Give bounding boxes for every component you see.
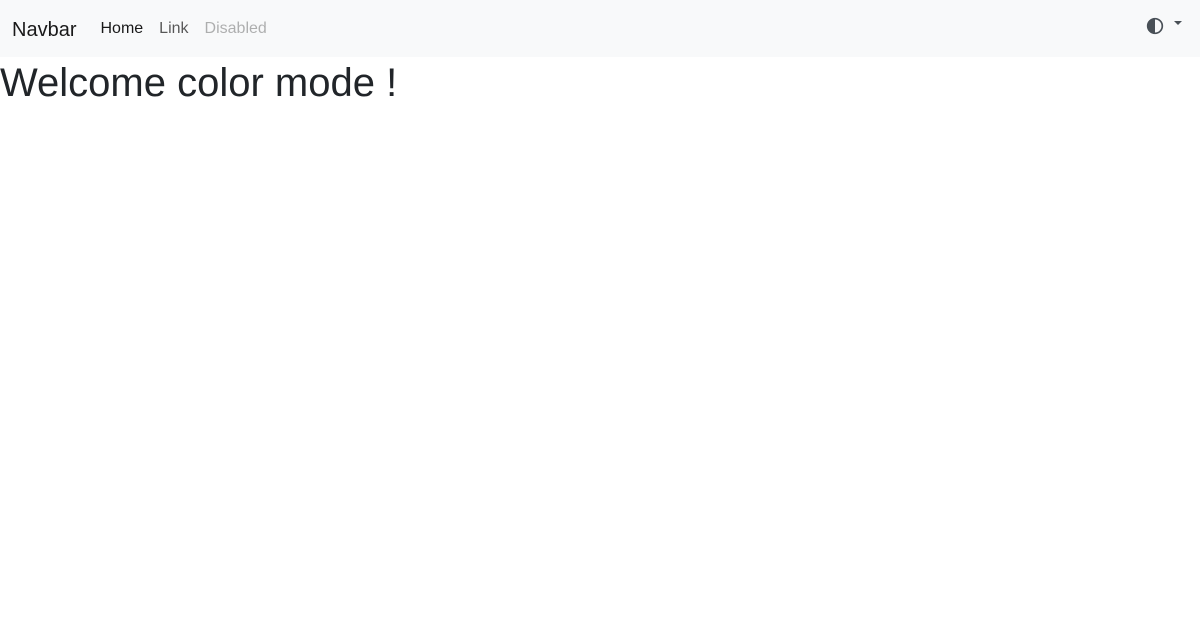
nav-link-disabled: Disabled [204, 19, 267, 37]
nav-link-home[interactable]: Home [100, 20, 143, 37]
page-title: Welcome color mode ! [0, 61, 398, 105]
navbar: Navbar Home Link Disabled [0, 0, 1200, 57]
nav-link-link[interactable]: Link [159, 20, 188, 37]
contrast-icon [1146, 17, 1164, 35]
theme-toggle-button[interactable] [1146, 17, 1182, 35]
navbar-brand[interactable]: Navbar [12, 18, 76, 40]
caret-down-icon [1174, 21, 1182, 25]
nav-links: Home Link Disabled [100, 19, 267, 37]
